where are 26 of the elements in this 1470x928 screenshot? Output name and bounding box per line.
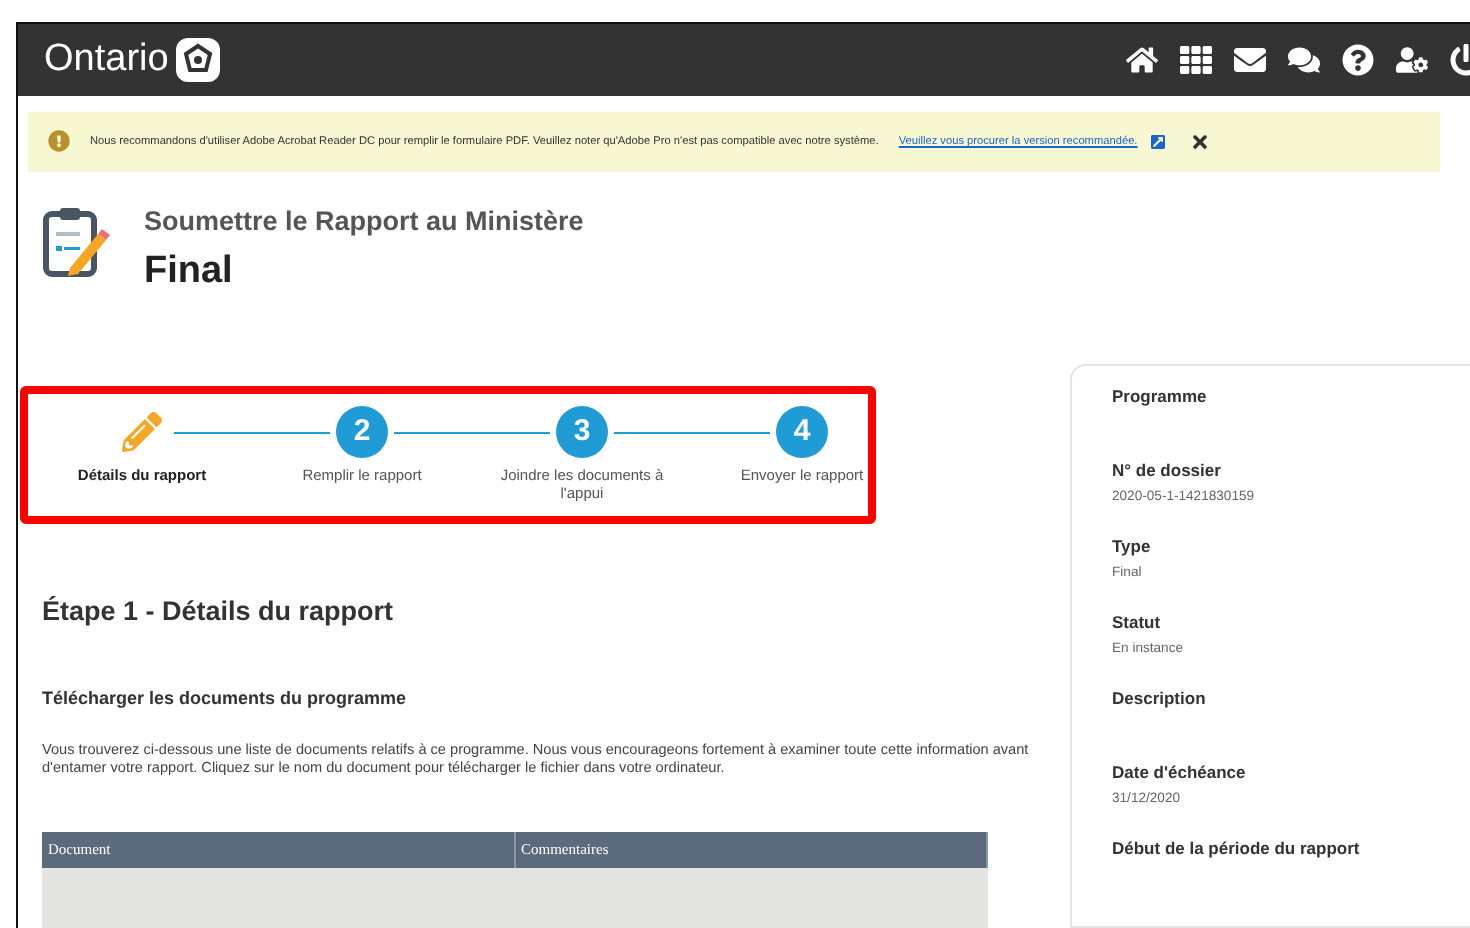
step-number: 4	[776, 406, 828, 459]
detail-label: Type	[1112, 535, 1153, 558]
close-icon[interactable]	[1189, 131, 1210, 152]
section-subheading: Télécharger les documents du programme	[42, 685, 409, 712]
pencil-icon	[122, 412, 162, 453]
warning-icon	[48, 130, 70, 153]
grid-icon[interactable]	[1180, 44, 1212, 76]
detail-label: Description	[1112, 687, 1208, 710]
step-number: 3	[556, 406, 608, 459]
home-icon[interactable]	[1126, 44, 1158, 76]
detail-label: Programme	[1112, 385, 1209, 408]
help-icon[interactable]	[1342, 44, 1374, 76]
step-number: 2	[336, 406, 388, 459]
brand-name[interactable]: Ontario	[44, 31, 169, 89]
user-settings-icon[interactable]	[1396, 44, 1428, 76]
page-title: Final	[144, 247, 235, 296]
external-link-icon[interactable]	[1149, 133, 1166, 150]
section-heading: Étape 1 - Détails du rapport	[42, 594, 396, 631]
page-subtitle: Soumettre le Rapport au Ministère	[144, 205, 584, 238]
detail-label: Statut	[1112, 611, 1163, 634]
mail-icon[interactable]	[1234, 44, 1266, 76]
detail-label: Date d'échéance	[1112, 761, 1248, 784]
detail-label: Début de la période du rapport	[1112, 837, 1362, 860]
chat-icon[interactable]	[1288, 44, 1320, 76]
clipboard-pencil-icon	[42, 205, 110, 282]
detail-label: N° de dossier	[1112, 459, 1223, 482]
